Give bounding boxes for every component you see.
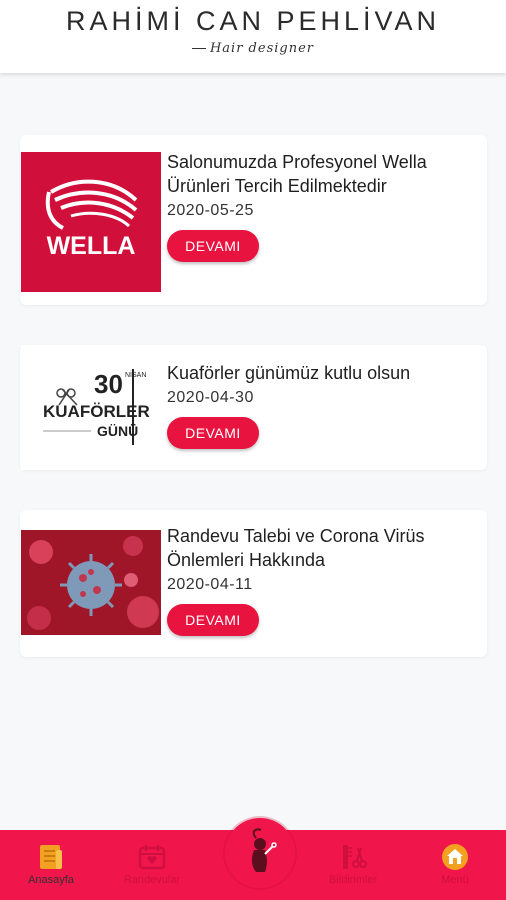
nav-item-anasayfa[interactable]: Anasayfa bbox=[6, 842, 96, 886]
kuaforler-number: 30 bbox=[94, 369, 123, 399]
nav-item-bildirimler[interactable]: Bildirimler bbox=[308, 842, 398, 886]
virus-image-icon bbox=[21, 530, 161, 635]
post-title: Salonumuzda Profesyonel Wella Ürünleri T… bbox=[167, 152, 427, 196]
nav-label: Anasayfa bbox=[28, 874, 74, 886]
hair-stylist-icon bbox=[251, 828, 277, 872]
post-content: Kuaförler günümüz kutlu olsun 2020-04-30… bbox=[167, 361, 479, 449]
brand-logo: RAHİMİ CAN PEHLİVAN bbox=[65, 6, 441, 36]
post-thumbnail-kuaforler[interactable]: 30 NİSAN KUAFÖRLER GÜNÜ bbox=[21, 345, 161, 470]
post-date: 2020-04-11 bbox=[167, 576, 253, 593]
calendar-icon bbox=[138, 845, 166, 870]
tagline-text: Hair designer bbox=[209, 41, 315, 56]
brand-tagline: Hair designer bbox=[0, 41, 506, 56]
post-card[interactable]: Randevu Talebi ve Corona Virüs Önlemleri… bbox=[20, 510, 487, 657]
wella-logo-icon: WELLA bbox=[45, 179, 138, 260]
post-date: 2020-04-30 bbox=[167, 389, 254, 406]
post-title: Randevu Talebi ve Corona Virüs Önlemleri… bbox=[167, 526, 425, 570]
news-icon bbox=[40, 845, 62, 869]
post-card[interactable]: 30 NİSAN KUAFÖRLER GÜNÜ Kuaförler günümü… bbox=[20, 345, 487, 470]
tagline-dash bbox=[191, 48, 206, 49]
read-more-button[interactable]: DEVAMI bbox=[167, 604, 259, 636]
home-menu-icon bbox=[442, 844, 468, 870]
kuaforler-month: NİSAN bbox=[125, 370, 146, 379]
nav-label: Bildirimler bbox=[328, 874, 378, 886]
nav-item-randevular[interactable]: Randevular bbox=[107, 842, 197, 886]
scissors-comb-icon bbox=[343, 845, 367, 869]
nav-label: Menü bbox=[441, 874, 469, 886]
app-header: RAHİMİ CAN PEHLİVAN Hair designer bbox=[0, 0, 506, 73]
wella-wordmark: WELLA bbox=[47, 232, 136, 260]
virus-particle-icon bbox=[60, 554, 122, 616]
post-content: Salonumuzda Profesyonel Wella Ürünleri T… bbox=[167, 150, 479, 262]
kuaforler-gunu-icon: 30 NİSAN KUAFÖRLER GÜNÜ bbox=[43, 369, 150, 445]
post-card[interactable]: WELLA Salonumuzda Profesyonel Wella Ürün… bbox=[20, 135, 487, 305]
post-thumbnail-corona[interactable] bbox=[21, 530, 161, 635]
post-date: 2020-05-25 bbox=[167, 202, 254, 219]
post-title: Kuaförler günümüz kutlu olsun bbox=[167, 363, 411, 383]
read-more-button[interactable]: DEVAMI bbox=[167, 417, 259, 449]
post-content: Randevu Talebi ve Corona Virüs Önlemleri… bbox=[167, 524, 479, 636]
nav-label: Randevular bbox=[123, 874, 181, 886]
read-more-button[interactable]: DEVAMI bbox=[167, 230, 259, 262]
center-action-button[interactable] bbox=[225, 818, 295, 888]
nav-item-menu[interactable]: Menü bbox=[410, 842, 500, 886]
post-thumbnail-wella[interactable]: WELLA bbox=[21, 152, 161, 292]
